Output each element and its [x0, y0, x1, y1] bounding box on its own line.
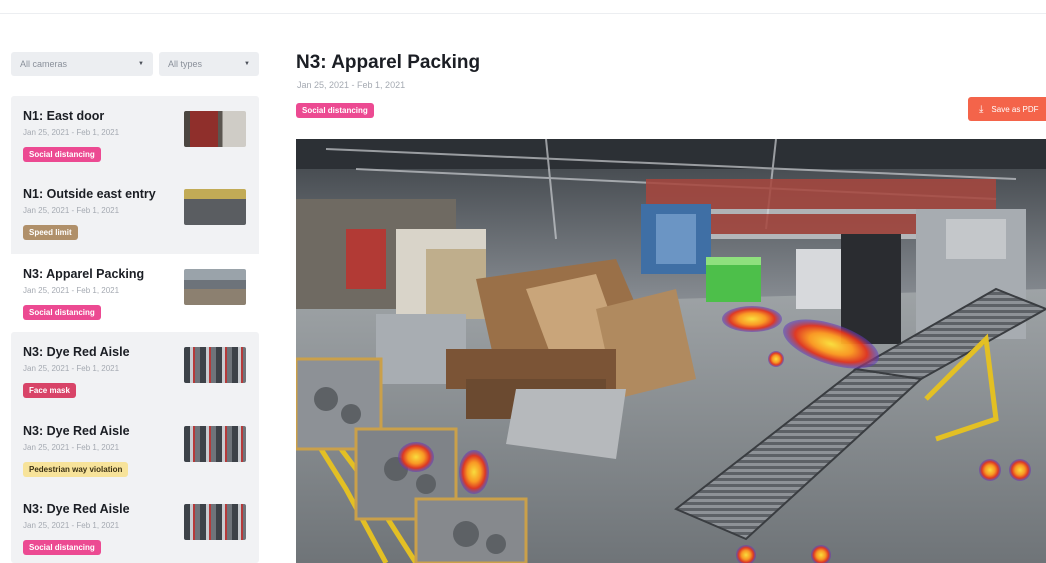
dye-red-aisle-camera-thumbnail: [184, 504, 246, 540]
apparel-packing-camera-thumbnail: [184, 269, 246, 305]
card-date: Jan 25, 2021 - Feb 1, 2021: [23, 206, 120, 215]
camera-filter-select[interactable]: All cameras ▼: [11, 52, 153, 76]
card-date: Jan 25, 2021 - Feb 1, 2021: [23, 286, 120, 295]
violation-badge: Social distancing: [23, 540, 101, 555]
save-as-pdf-label: Save as PDF: [991, 104, 1039, 114]
chevron-down-icon: ▼: [138, 61, 144, 67]
card-date: Jan 25, 2021 - Feb 1, 2021: [23, 443, 120, 452]
camera-card[interactable]: N3: Dye Red Aisle Jan 25, 2021 - Feb 1, …: [11, 411, 259, 483]
camera-card[interactable]: N3: Dye Red Aisle Jan 25, 2021 - Feb 1, …: [11, 332, 259, 404]
card-title: N1: East door: [23, 109, 105, 123]
chevron-down-icon: ▼: [244, 61, 250, 67]
top-divider: [0, 13, 1046, 14]
dye-red-aisle-camera-thumbnail: [184, 347, 246, 383]
card-title: N3: Dye Red Aisle: [23, 424, 130, 438]
violation-badge: Social distancing: [23, 147, 101, 162]
card-title: N1: Outside east entry: [23, 187, 156, 201]
camera-card[interactable]: N1: East door Jan 25, 2021 - Feb 1, 2021…: [11, 96, 259, 168]
card-date: Jan 25, 2021 - Feb 1, 2021: [23, 364, 120, 373]
violation-type-badge: Social distancing: [296, 103, 374, 118]
camera-card[interactable]: N1: Outside east entry Jan 25, 2021 - Fe…: [11, 174, 259, 246]
camera-filter-value: All cameras: [20, 59, 68, 69]
type-filter-select[interactable]: All types ▼: [159, 52, 259, 76]
download-icon: ⤓: [979, 103, 984, 115]
camera-card-selected[interactable]: N3: Apparel Packing Jan 25, 2021 - Feb 1…: [11, 254, 259, 326]
type-filter-value: All types: [168, 59, 203, 69]
card-date: Jan 25, 2021 - Feb 1, 2021: [23, 521, 120, 530]
camera-heatmap-view[interactable]: [296, 139, 1046, 563]
card-date: Jan 25, 2021 - Feb 1, 2021: [23, 128, 120, 137]
warehouse-camera-image: [296, 139, 1046, 563]
outside-east-entry-camera-thumbnail: [184, 189, 246, 225]
dye-red-aisle-camera-thumbnail: [184, 426, 246, 462]
card-title: N3: Dye Red Aisle: [23, 345, 130, 359]
violation-badge: Face mask: [23, 383, 76, 398]
violation-badge: Social distancing: [23, 305, 101, 320]
save-as-pdf-button[interactable]: ⤓ Save as PDF: [968, 97, 1046, 121]
camera-card[interactable]: N3: Dye Red Aisle Jan 25, 2021 - Feb 1, …: [11, 489, 259, 561]
page-date-range: Jan 25, 2021 - Feb 1, 2021: [297, 80, 406, 90]
violation-badge: Speed limit: [23, 225, 78, 240]
card-title: N3: Dye Red Aisle: [23, 502, 130, 516]
card-title: N3: Apparel Packing: [23, 267, 145, 281]
page-title: N3: Apparel Packing: [296, 52, 481, 73]
violation-badge: Pedestrian way violation: [23, 462, 129, 477]
east-door-camera-thumbnail: [184, 111, 246, 147]
